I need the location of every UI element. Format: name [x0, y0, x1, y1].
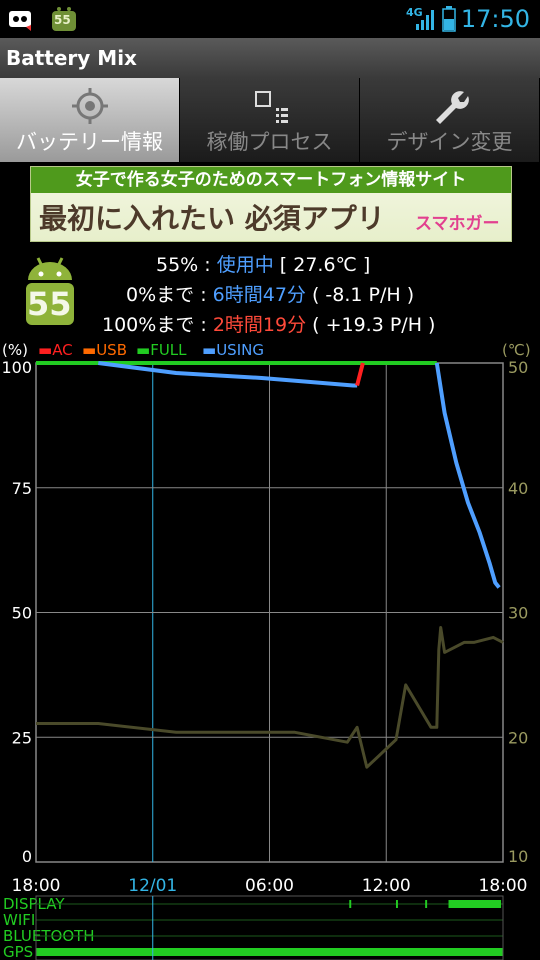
tab-battery-info[interactable]: バッテリー情報	[0, 78, 180, 162]
status-bar: 55 4G 17:50	[0, 0, 540, 38]
y-left-tick-label: 50	[12, 604, 32, 623]
time-to-empty-row: 0%まで : 6時間47分 ( -8.1 P/H )	[126, 280, 414, 307]
left-axis-unit: (%)	[2, 341, 28, 359]
banner-main-text: 最初に入れたい 必須アプリ	[39, 202, 385, 235]
x-tick-label: 12/01	[128, 876, 177, 896]
temperature: [ 27.6℃ ]	[273, 254, 371, 276]
series-line-using	[98, 361, 358, 388]
legend-label: USB	[96, 341, 127, 359]
banner-headline: 女子で作る女子のためのスマートフォン情報サイト	[31, 167, 511, 193]
activity-segment	[349, 900, 352, 908]
tab-label: 稼働プロセス	[206, 130, 333, 154]
action-bar: Battery Mix	[0, 38, 540, 79]
app-title: Battery Mix	[6, 46, 137, 70]
legend-item-using: ▬USING	[202, 341, 264, 359]
y-left-tick-label: 0	[22, 847, 32, 866]
y-left-tick-label: 25	[12, 728, 32, 747]
y-right-tick-label: 50	[508, 358, 528, 377]
charge-rate: ( +19.3 P/H )	[306, 314, 436, 336]
tab-label: バッテリー情報	[16, 130, 163, 154]
battery-level-badge: 55	[54, 13, 71, 27]
y-left-tick-label: 75	[12, 479, 32, 498]
current-status-row: 55% : 使用中 [ 27.6℃ ]	[156, 250, 370, 277]
separator: :	[194, 284, 213, 306]
separator: :	[194, 314, 213, 336]
y-right-tick-label: 20	[508, 728, 528, 747]
x-tick-label: 12:00	[362, 876, 411, 896]
empty-label: 0%まで	[126, 284, 195, 306]
separator: :	[198, 254, 217, 276]
activity-segment	[448, 900, 502, 908]
tab-processes[interactable]: 稼働プロセス	[180, 78, 360, 162]
discharge-rate: ( -8.1 P/H )	[305, 284, 415, 306]
activity-segment	[425, 900, 428, 908]
activity-segment	[395, 900, 398, 908]
x-tick-label: 06:00	[245, 876, 294, 896]
usage-state: 使用中	[216, 254, 274, 276]
activity-segment	[36, 948, 503, 956]
time-to-full-row: 100%まで : 2時間19分 ( +19.3 P/H )	[102, 310, 435, 337]
y-left-tick-label: 100	[1, 358, 32, 377]
wrench-icon	[435, 91, 469, 124]
y-right-tick-label: 30	[508, 604, 528, 623]
legend-item-ac: ▬AC	[38, 341, 73, 359]
y-right-tick-label: 10	[508, 847, 528, 866]
banner-sub-text: スマホガール	[415, 214, 500, 241]
legend-label: FULL	[150, 341, 187, 359]
battery-level-badge: 55	[27, 285, 72, 323]
process-list-icon	[254, 91, 288, 123]
x-tick-label: 18:00	[12, 876, 61, 896]
activity-row-label: GPS	[3, 943, 33, 960]
legend-label: USING	[216, 341, 264, 359]
battery-history-chart: 18:00 12/01 06:00 12:00 18:00 100 75 50 25 0 50 40 3…	[1, 358, 528, 960]
battery-icon	[442, 6, 456, 32]
signal-icon	[416, 10, 434, 30]
right-axis-unit: (℃)	[502, 341, 531, 359]
y-right-tick-label: 40	[508, 479, 528, 498]
target-icon	[71, 88, 108, 124]
series-line-ac	[355, 362, 365, 386]
percent-value: 55%	[156, 254, 199, 276]
clock: 17:50	[460, 5, 530, 33]
tab-design[interactable]: デザイン変更	[360, 78, 540, 162]
legend-item-usb: ▬USB	[82, 341, 127, 359]
battery-info-panel: 55 55% : 使用中 [ 27.6℃ ] 0%まで : 6時間47分 ( -…	[0, 240, 540, 340]
ad-banner[interactable]: 女子で作る女子のためのスマートフォン情報サイト 最初に入れたい 必須アプリ スマ…	[30, 166, 512, 242]
notification-app-icon	[9, 11, 31, 31]
legend-label: AC	[52, 341, 73, 359]
full-label: 100%まで	[102, 314, 195, 336]
x-tick-label: 18:00	[479, 876, 528, 896]
time-to-full: 2時間19分	[212, 314, 307, 336]
chart-legend: (%) ▬AC ▬USB ▬FULL ▬USING (℃)	[2, 341, 538, 359]
legend-item-full: ▬FULL	[136, 341, 187, 359]
series-line-using	[434, 362, 501, 589]
time-to-empty: 6時間47分	[212, 284, 306, 306]
tab-bar: バッテリー情報 稼働プロセス デザイン変更	[0, 78, 540, 162]
tab-label: デザイン変更	[386, 130, 513, 154]
